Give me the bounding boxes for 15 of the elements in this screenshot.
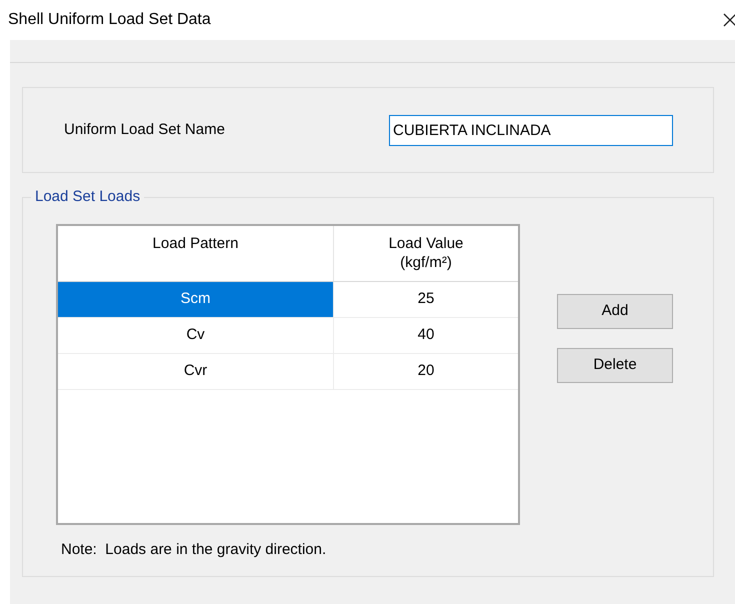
note-text: Note: Loads are in the gravity direction.: [61, 540, 328, 560]
action-button[interactable]: Delete: [557, 348, 673, 383]
table-cell[interactable]: 25: [334, 282, 518, 317]
table-cell[interactable]: 40: [334, 318, 518, 353]
set-name-field[interactable]: CUBIERTA INCLINADA: [389, 114, 673, 146]
close-icon[interactable]: [723, 13, 735, 27]
table-cell[interactable]: 20: [334, 354, 518, 389]
column-header[interactable]: Load Pattern: [58, 226, 334, 281]
window-title: Shell Uniform Load Set Data: [8, 10, 211, 30]
column-header[interactable]: Load Value (kgf/m²): [334, 226, 518, 281]
action-button[interactable]: Add: [557, 294, 673, 329]
table-cell[interactable]: Scm: [58, 282, 334, 317]
table-cell[interactable]: Cv: [58, 318, 334, 353]
table-cell[interactable]: Cvr: [58, 354, 334, 389]
set-name-label: Uniform Load Set Name: [64, 120, 226, 140]
